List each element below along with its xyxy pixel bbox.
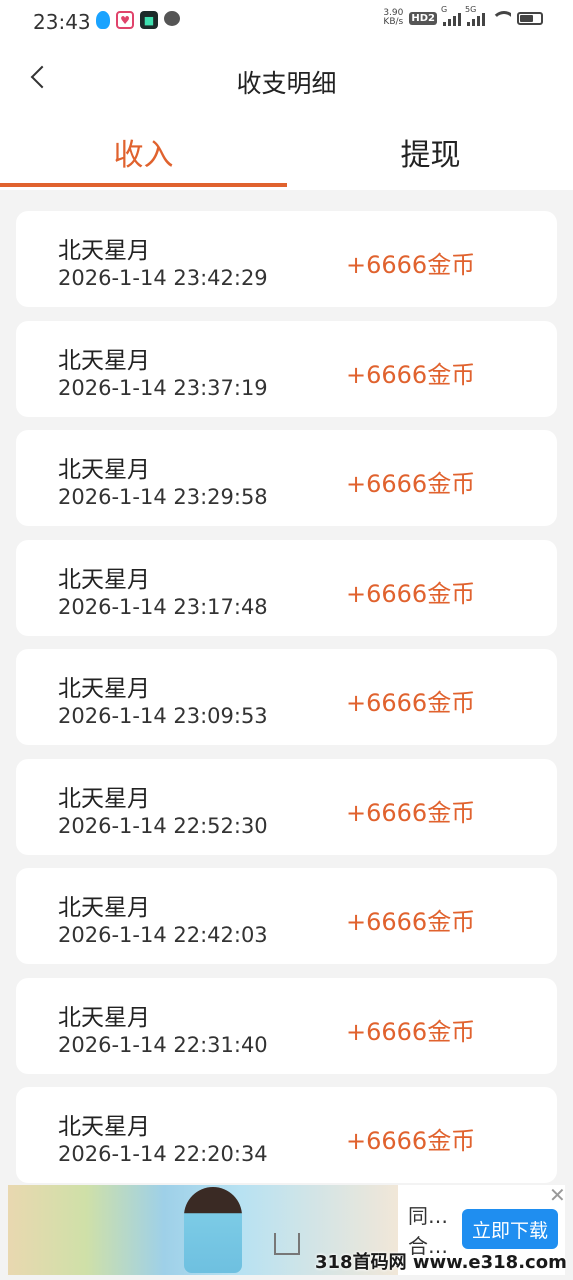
list-item: 北天星月 2026-1-14 23:29:58 +6666金币 [16, 430, 557, 526]
record-amount: +6666金币 [346, 798, 476, 827]
record-amount: +6666金币 [346, 251, 476, 279]
ad-model-figure [184, 1187, 242, 1273]
signal-5g-icon: 5G [465, 5, 485, 26]
record-amount: +6666金币 [346, 1127, 476, 1155]
battery-icon [517, 11, 543, 25]
tab-withdraw[interactable]: 提现 [287, 130, 573, 174]
record-name: 北天星月 [58, 785, 150, 812]
record-datetime: 2026-1-14 23:29:58 [58, 485, 268, 509]
record-name: 北天星月 [58, 1004, 150, 1031]
record-name: 北天星月 [58, 347, 150, 374]
list-item: 北天星月 2026-1-14 23:42:29 +6666金币 [16, 211, 557, 307]
tab-income[interactable]: 收入 [0, 130, 287, 174]
app-notification-icon: ♥ [116, 11, 134, 29]
record-amount: +6666金币 [346, 579, 476, 608]
list-item: 北天星月 2026-1-14 23:37:19 +6666金币 [16, 320, 557, 417]
record-datetime: 2026-1-14 22:42:03 [58, 923, 268, 947]
status-bar: 23:43 ♥ ■ 3.90 KB/s HD2 G 5G [0, 0, 573, 44]
list-item: 北天星月 2026-1-14 22:52:30 +6666金币 [16, 758, 557, 855]
record-name: 北天星月 [58, 238, 150, 264]
record-datetime: 2026-1-14 22:52:30 [58, 813, 268, 838]
close-icon[interactable]: ✕ [549, 1183, 566, 1207]
record-datetime: 2026-1-14 23:42:29 [58, 266, 268, 290]
record-name: 北天星月 [58, 457, 150, 483]
status-time: 23:43 [33, 10, 91, 34]
list-item: 北天星月 2026-1-14 22:31:40 +6666金币 [16, 977, 557, 1074]
page-title: 收支明细 [236, 69, 337, 98]
download-button[interactable]: 立即下载 [462, 1209, 558, 1249]
notification-icons: ♥ ■ [96, 11, 180, 29]
record-datetime: 2026-1-14 23:09:53 [58, 704, 268, 728]
message-icon [164, 11, 180, 26]
record-amount: +6666金币 [346, 689, 476, 717]
wifi-icon [491, 11, 511, 25]
record-datetime: 2026-1-14 22:31:40 [58, 1032, 268, 1057]
list-item: 北天星月 2026-1-14 22:42:03 +6666金币 [16, 868, 557, 964]
record-amount: +6666金币 [346, 1017, 476, 1046]
record-name: 北天星月 [58, 1114, 150, 1140]
signal-icon: G [441, 5, 461, 26]
list-item: 北天星月 2026-1-14 23:17:48 +6666金币 [16, 539, 557, 636]
record-amount: +6666金币 [346, 360, 476, 389]
record-name: 北天星月 [58, 566, 150, 593]
list-item: 北天星月 2026-1-14 22:20:34 +6666金币 [16, 1087, 557, 1183]
home-icon [274, 1233, 300, 1255]
record-datetime: 2026-1-14 22:20:34 [58, 1142, 268, 1166]
record-datetime: 2026-1-14 23:17:48 [58, 594, 268, 619]
app2-notification-icon: ■ [140, 11, 158, 29]
list-item: 北天星月 2026-1-14 23:09:53 +6666金币 [16, 649, 557, 745]
net-speed: 3.90 KB/s [383, 8, 404, 27]
watermark: 318首码网 www.e318.com [315, 1252, 567, 1273]
record-list: 北天星月 2026-1-14 23:42:29 +6666金币 北天星月 202… [16, 211, 557, 1197]
record-name: 北天星月 [58, 676, 150, 702]
qq-icon [96, 11, 110, 29]
record-amount: +6666金币 [346, 908, 476, 936]
hd-icon: HD2 [409, 11, 437, 25]
record-name: 北天星月 [58, 895, 150, 921]
active-tab-indicator [0, 183, 287, 187]
status-right: 3.90 KB/s HD2 G 5G [383, 5, 543, 27]
record-datetime: 2026-1-14 23:37:19 [58, 375, 268, 400]
record-amount: +6666金币 [346, 470, 476, 498]
